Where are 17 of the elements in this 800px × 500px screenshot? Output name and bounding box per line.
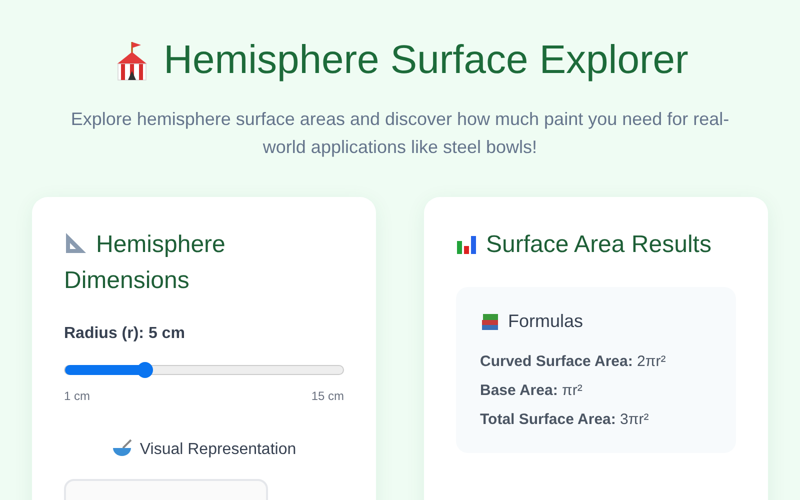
visual-title: Visual Representation xyxy=(64,439,344,459)
bowl-icon xyxy=(112,439,132,457)
max-label: 15 cm xyxy=(311,389,344,403)
formula-line: Total Surface Area: 3πr² xyxy=(480,410,650,429)
radius-label: Radius (r): 5 cm xyxy=(64,325,186,343)
triangle-ruler-icon xyxy=(64,231,88,255)
formula-line: Base Area: πr² xyxy=(480,381,584,400)
formula-line: Curved Surface Area: 2πr² xyxy=(480,352,667,371)
formulas-title: Formulas xyxy=(480,311,712,332)
books-icon xyxy=(480,312,500,332)
card-title: Hemisphere Dimensions xyxy=(64,230,226,296)
slider-thumb[interactable] xyxy=(136,362,152,378)
page-subtitle: Explore hemisphere surface areas and discover how much paint you need for real-world applications like steel bowls! xyxy=(70,108,730,159)
page-title: Hemisphere Surface Explorer xyxy=(164,38,688,83)
card-title: Surface Area Results xyxy=(456,227,736,263)
bar-chart-icon xyxy=(456,233,478,255)
min-label: 1 cm xyxy=(64,389,90,403)
